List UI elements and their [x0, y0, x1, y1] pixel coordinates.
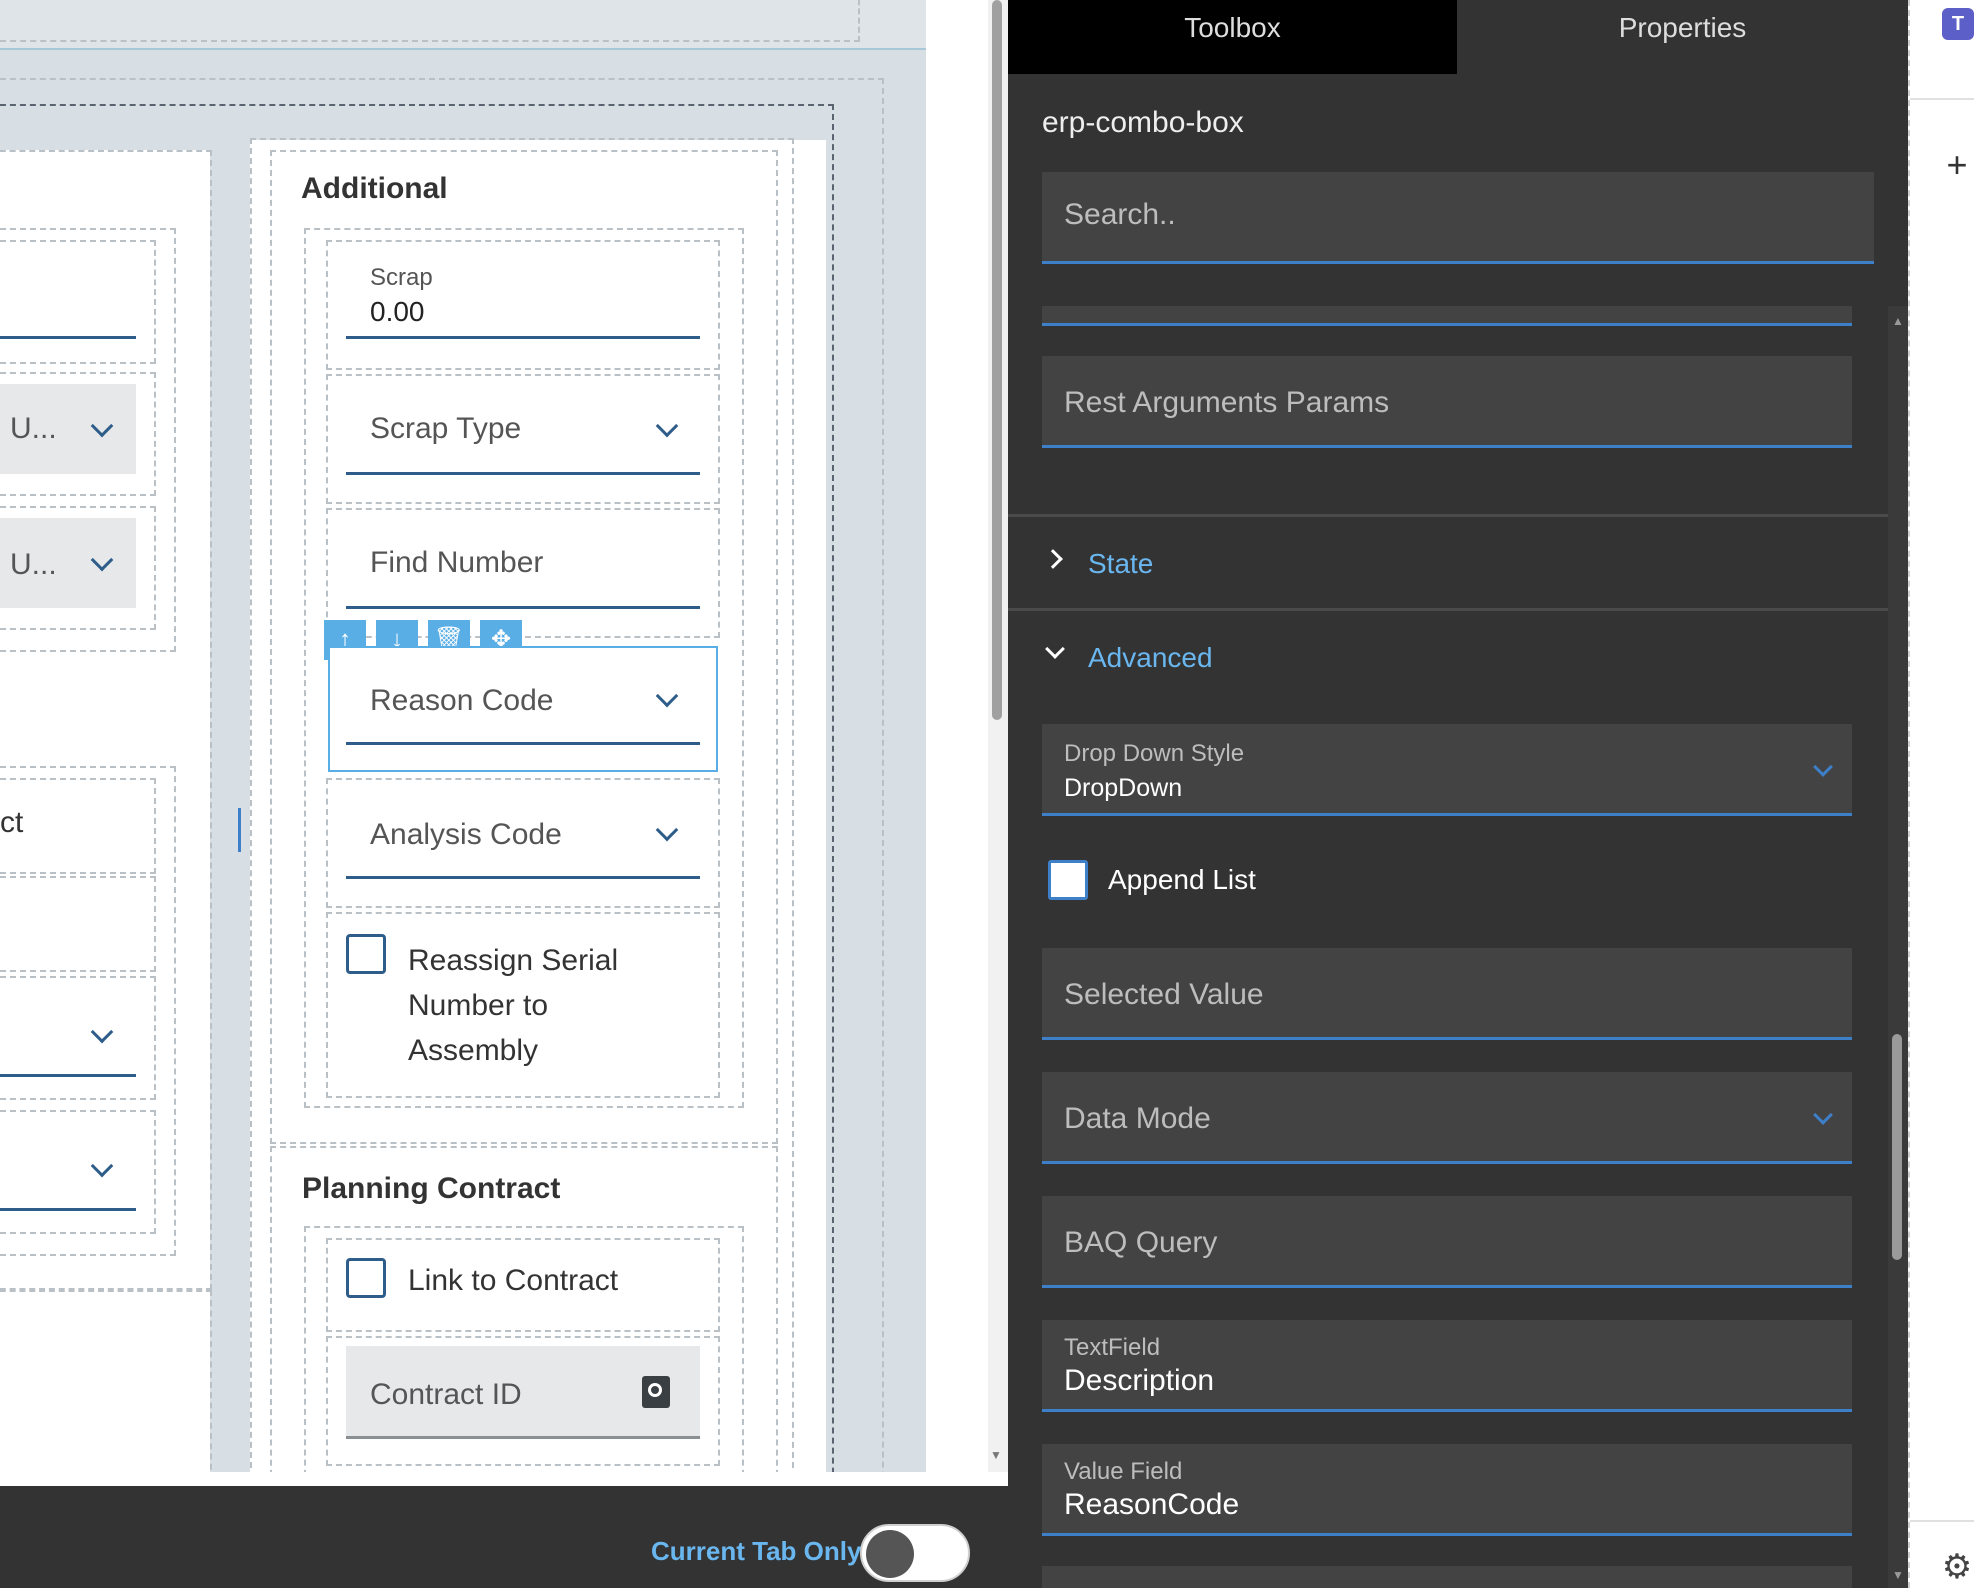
append-list-label: Append List: [1108, 864, 1256, 895]
canvas-scroll-down-arrow[interactable]: ▼: [990, 1448, 1004, 1462]
contract-search-icon[interactable]: [642, 1376, 670, 1408]
property-search-placeholder: Search..: [1064, 198, 1176, 231]
drop-down-style-select[interactable]: Drop Down Style DropDown: [1042, 724, 1852, 816]
reassign-label: Reassign Serial Number to Assembly: [408, 944, 619, 1067]
panel-scroll-up-arrow[interactable]: ▲: [1892, 314, 1904, 328]
data-mode-chevron-icon: [1813, 1105, 1833, 1125]
left-combo-3-underline: [0, 1074, 136, 1077]
left-field-frame-4: [0, 778, 156, 874]
text-field-input[interactable]: TextField Description: [1042, 1320, 1852, 1412]
toggle-knob: [866, 1530, 914, 1578]
current-tab-only-label: Current Tab Only: [651, 1536, 862, 1566]
scrap-input[interactable]: 0.00: [370, 296, 425, 328]
canvas-footer-bar: [0, 1472, 1008, 1588]
left-partial-text: ct: [0, 806, 24, 839]
next-property-field[interactable]: [1042, 1566, 1852, 1588]
scrap-label: Scrap: [370, 264, 433, 291]
planning-contract-title: Planning Contract: [302, 1172, 561, 1205]
teams-icon[interactable]: T: [1942, 8, 1974, 40]
panel-scrollbar-track[interactable]: [1888, 306, 1908, 1588]
top-dashed-frame: [0, 0, 860, 42]
contract-id-placeholder: Contract ID: [370, 1378, 522, 1411]
designer-canvas: ▼ U... U... ct Additional Scrap 0.00 Scr…: [0, 0, 1008, 1588]
value-field-input[interactable]: Value Field ReasonCode: [1042, 1444, 1852, 1536]
scrap-type-combo[interactable]: Scrap Type: [370, 412, 521, 446]
scrap-underline: [346, 336, 700, 339]
find-number-underline: [346, 606, 700, 609]
link-to-contract-label: Link to Contract: [408, 1264, 619, 1297]
rail-separator-bottom: [1910, 1520, 1974, 1522]
chevron-right-icon: [1043, 549, 1063, 569]
drop-down-style-value: DropDown: [1064, 774, 1183, 802]
link-to-contract-checkbox[interactable]: [346, 1258, 386, 1298]
data-mode-placeholder: Data Mode: [1064, 1102, 1211, 1135]
left-combo-1-value: U...: [10, 412, 57, 445]
tab-toolbox-label: Toolbox: [1184, 12, 1281, 43]
left-field-frame-5: [0, 876, 156, 972]
left-field-frame-1: [0, 240, 156, 364]
value-field-value: ReasonCode: [1064, 1488, 1240, 1521]
analysis-code-underline: [346, 876, 700, 879]
app-rail: [1908, 0, 1974, 1588]
reassign-checkbox[interactable]: [346, 934, 386, 974]
divider-1: [1008, 514, 1888, 517]
selected-value-placeholder: Selected Value: [1064, 978, 1264, 1011]
baq-query-input[interactable]: BAQ Query: [1042, 1196, 1852, 1288]
left-combo-4-underline: [0, 1208, 136, 1211]
advanced-section-header[interactable]: Advanced: [1008, 612, 1888, 702]
append-list-checkbox[interactable]: [1048, 860, 1088, 900]
current-tab-only-toggle[interactable]: [860, 1524, 970, 1582]
left-column-bottom-frame: [0, 1290, 212, 1480]
reason-code-combo[interactable]: Reason Code: [370, 684, 553, 718]
chevron-down-icon: [1045, 639, 1065, 659]
advanced-section-label: Advanced: [1088, 642, 1213, 673]
tab-toolbox[interactable]: Toolbox: [1008, 0, 1457, 74]
drop-down-style-label: Drop Down Style: [1064, 740, 1245, 767]
drop-down-style-chevron-icon: [1813, 757, 1833, 777]
data-mode-select[interactable]: Data Mode: [1042, 1072, 1852, 1164]
left-field-frame-6: [0, 976, 156, 1100]
left-field-1-underline: [0, 336, 136, 339]
rest-arguments-params-placeholder: Rest Arguments Params: [1064, 386, 1390, 419]
properties-panel: Toolbox Properties erp-combo-box Search.…: [1008, 0, 1908, 1588]
clipped-property-field[interactable]: [1042, 306, 1852, 326]
rest-arguments-params-input[interactable]: Rest Arguments Params: [1042, 356, 1852, 448]
tab-properties[interactable]: Properties: [1457, 0, 1908, 74]
text-field-value: Description: [1064, 1364, 1215, 1397]
tab-properties-label: Properties: [1618, 12, 1747, 43]
property-search-input[interactable]: Search..: [1042, 172, 1874, 264]
find-number-input[interactable]: Find Number: [370, 546, 543, 580]
selected-value-input[interactable]: Selected Value: [1042, 948, 1852, 1040]
column-splitter[interactable]: [238, 808, 241, 852]
canvas-scrollbar-thumb[interactable]: [992, 0, 1002, 720]
reason-code-underline: [346, 742, 700, 745]
panel-scroll-down-arrow[interactable]: ▼: [1892, 1568, 1904, 1582]
canvas-right-gutter: [926, 0, 990, 1472]
contract-search-icon-lens: [648, 1383, 662, 1397]
component-name: erp-combo-box: [1042, 106, 1244, 139]
rail-separator: [1910, 98, 1974, 100]
baq-query-placeholder: BAQ Query: [1064, 1226, 1218, 1259]
divider-2: [1008, 608, 1888, 611]
left-combo-2-value: U...: [10, 548, 57, 581]
value-field-label: Value Field: [1064, 1458, 1183, 1485]
additional-title: Additional: [301, 172, 448, 205]
panel-scrollbar-thumb[interactable]: [1892, 1034, 1902, 1260]
state-section-label: State: [1088, 548, 1154, 579]
analysis-code-combo[interactable]: Analysis Code: [370, 818, 562, 852]
settings-gear-icon[interactable]: ⚙: [1940, 1550, 1974, 1584]
state-section-header[interactable]: State: [1008, 518, 1888, 608]
scrap-type-underline: [346, 472, 700, 475]
left-field-frame-7: [0, 1110, 156, 1234]
add-icon[interactable]: +: [1942, 147, 1972, 183]
text-field-label: TextField: [1064, 1334, 1161, 1361]
